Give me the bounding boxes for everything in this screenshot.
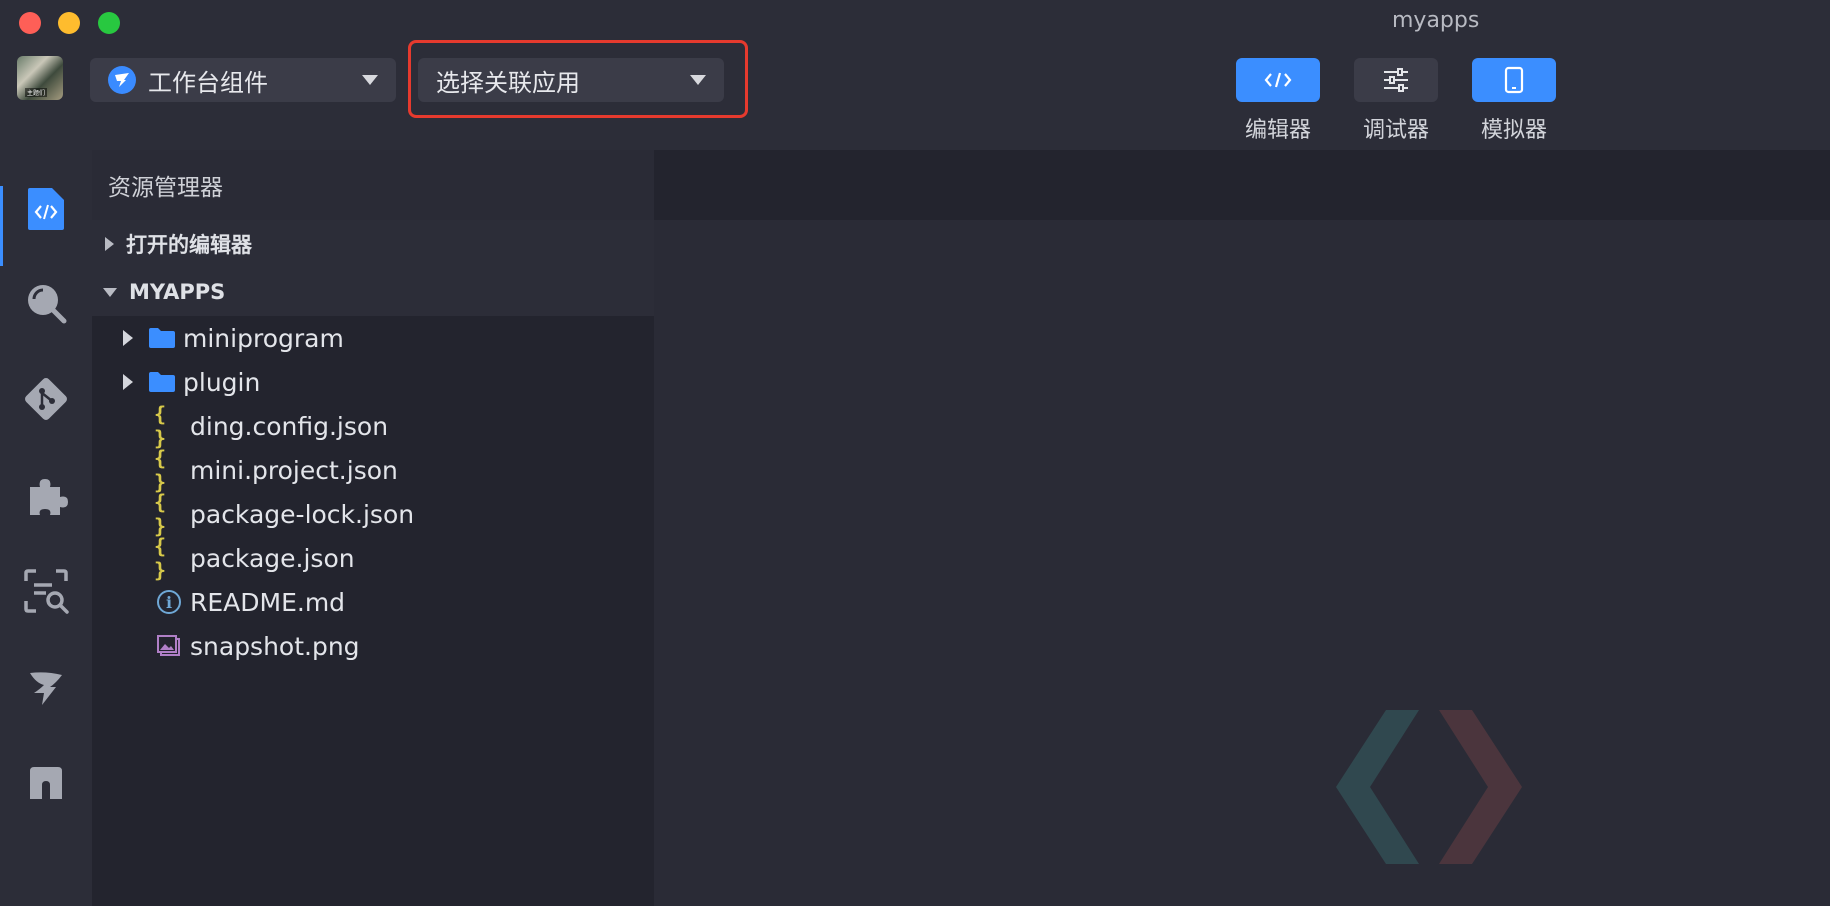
activity-box[interactable] (0, 744, 92, 822)
json-icon: { } (154, 446, 166, 494)
json-icon: { } (154, 534, 166, 582)
tree-item-label: package-lock.json (190, 499, 415, 529)
chevron-right-icon (123, 330, 133, 346)
folder-icon (147, 323, 177, 353)
simulator-mode-label: 模拟器 (1480, 118, 1547, 143)
minimize-window-button[interactable] (58, 12, 80, 34)
image-icon (154, 631, 184, 661)
code-file-icon (28, 188, 64, 230)
scan-search-icon (24, 569, 69, 614)
highlight-annotation (408, 40, 748, 118)
tree-item-label: mini.project.json (190, 455, 398, 485)
editor-area (654, 150, 1830, 906)
close-window-button[interactable] (19, 12, 41, 34)
tree-item-snapshot[interactable]: snapshot.png (92, 624, 654, 668)
tree-item-label: package.json (190, 543, 355, 573)
tree-item-ding-config[interactable]: { } ding.config.json (92, 402, 654, 450)
project-section[interactable]: MYAPPS (92, 268, 654, 316)
simulator-mode-button[interactable] (1472, 58, 1556, 102)
workbench-dropdown-label: 工作台组件 (148, 68, 268, 97)
tree-item-package[interactable]: { } package.json (92, 534, 654, 582)
search-icon (28, 285, 67, 324)
explorer-panel: 资源管理器 打开的编辑器 MYAPPS miniprogram plugin {… (92, 150, 654, 906)
activity-explorer[interactable] (0, 170, 92, 266)
tree-item-label: ding.config.json (190, 411, 389, 441)
chevron-down-icon (103, 287, 117, 297)
info-icon: i (154, 587, 184, 617)
activity-source-control[interactable] (0, 360, 92, 438)
watermark-logo-icon (1336, 710, 1522, 864)
activity-search[interactable] (0, 264, 92, 342)
box-icon (30, 767, 62, 799)
open-editors-label: 打开的编辑器 (126, 233, 252, 257)
json-icon: { } (154, 402, 166, 450)
phone-icon (1504, 66, 1524, 94)
activity-dingtalk[interactable] (0, 648, 92, 726)
avatar-tag: 主题们 (25, 88, 48, 97)
debugger-mode-label: 调试器 (1362, 118, 1429, 143)
maximize-window-button[interactable] (98, 12, 120, 34)
tree-item-mini-project[interactable]: { } mini.project.json (92, 446, 654, 494)
title-toolbar: myapps 主题们 工作台组件 选择关联应用 编辑器 调试器 模拟器 (0, 0, 1830, 150)
tree-item-readme[interactable]: i README.md (92, 580, 654, 624)
folder-icon (147, 367, 177, 397)
project-label: MYAPPS (129, 280, 226, 304)
tree-item-miniprogram[interactable]: miniprogram (92, 316, 654, 360)
debugger-mode-button[interactable] (1354, 58, 1438, 102)
activity-bar (0, 150, 92, 906)
tree-item-label: miniprogram (183, 323, 344, 353)
git-icon (25, 378, 67, 420)
puzzle-icon (30, 479, 68, 515)
code-icon (1264, 72, 1292, 88)
chevron-right-icon (123, 374, 133, 390)
editor-mode-label: 编辑器 (1244, 118, 1311, 143)
dingtalk-icon (30, 672, 62, 705)
tree-item-package-lock[interactable]: { } package-lock.json (92, 490, 654, 538)
tree-item-label: plugin (183, 367, 261, 397)
open-editors-section[interactable]: 打开的编辑器 (92, 220, 654, 268)
sliders-icon (1384, 68, 1408, 92)
editor-tab-bar (654, 150, 1830, 220)
chevron-down-icon (362, 75, 378, 85)
tree-item-label: README.md (190, 587, 346, 617)
activity-extensions[interactable] (0, 456, 92, 534)
editor-mode-button[interactable] (1236, 58, 1320, 102)
explorer-title: 资源管理器 (92, 150, 654, 220)
tree-item-plugin[interactable]: plugin (92, 360, 654, 404)
json-icon: { } (154, 490, 166, 538)
tree-item-label: snapshot.png (190, 631, 360, 661)
dingtalk-logo-icon (108, 66, 136, 94)
window-title: myapps (1392, 8, 1480, 33)
workbench-dropdown[interactable]: 工作台组件 (90, 58, 396, 102)
activity-scan[interactable] (0, 552, 92, 630)
chevron-right-icon (105, 237, 114, 251)
avatar[interactable]: 主题们 (17, 56, 63, 100)
